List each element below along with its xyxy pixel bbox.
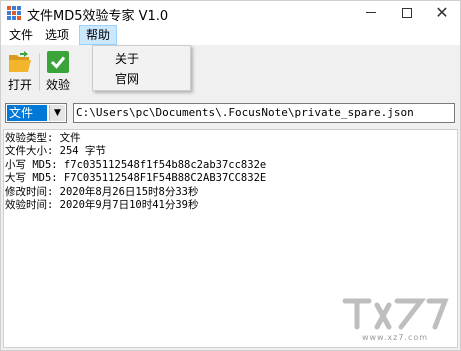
path-row: 文件 ▼ C:\Users\pc\Documents\.FocusNote\pr… [1,101,460,127]
type-select[interactable]: 文件 ▼ [5,103,67,123]
minimize-button[interactable] [353,1,389,25]
toolbar-separator [39,53,40,91]
title-bar: 文件MD5效验专家 V1.0 ✕ [1,1,460,25]
output-line-md5-upper: 大写 MD5: F7C035112548F1F54B88C2AB37CC832E [5,172,267,185]
help-dropdown-menu: 关于 官网 [92,45,191,91]
output-line-type: 效验类型: 文件 [5,132,81,144]
menu-item-about[interactable]: 关于 [93,49,190,69]
watermark-logo: www.xz7.com [339,293,451,345]
output-line-modified-time: 修改时间: 2020年8月26日15时8分33秒 [5,185,199,198]
open-label: 打开 [7,78,32,92]
app-grid-icon [7,6,21,20]
output-line-verify-time: 效验时间: 2020年9月7日10时41分39秒 [5,199,199,212]
output-line-size: 文件大小: 254 字节 [5,145,106,158]
verify-button[interactable]: 效验 [41,49,75,93]
menu-item-website[interactable]: 官网 [93,69,190,89]
type-select-value: 文件 [7,105,47,121]
toolbar: 打开 效验 [1,45,460,95]
menu-help[interactable]: 帮助 [79,25,118,45]
window-title: 文件MD5效验专家 V1.0 [27,9,169,24]
folder-open-icon [9,51,31,72]
app-window: 文件MD5效验专家 V1.0 ✕ 文件 选项 帮助 打开 效验 关于 官网 文件… [0,0,461,351]
menu-bar: 文件 选项 帮助 [1,25,460,45]
maximize-icon [402,7,412,18]
close-button[interactable]: ✕ [424,1,460,25]
maximize-button[interactable] [389,1,425,25]
menu-file[interactable]: 文件 [3,25,39,45]
menu-options[interactable]: 选项 [39,25,75,45]
watermark-text: www.xz7.com [361,333,429,342]
open-button[interactable]: 打开 [3,49,37,93]
file-path-input[interactable]: C:\Users\pc\Documents\.FocusNote\private… [73,103,455,123]
chevron-down-icon[interactable]: ▼ [49,105,65,121]
minimize-icon [366,12,376,13]
checkmark-icon [47,51,69,73]
watermark-logo-icon [342,298,449,330]
output-line-md5-lower: 小写 MD5: f7c035112548f1f54b88c2ab37cc832e [5,158,267,171]
verify-label: 效验 [45,78,70,92]
